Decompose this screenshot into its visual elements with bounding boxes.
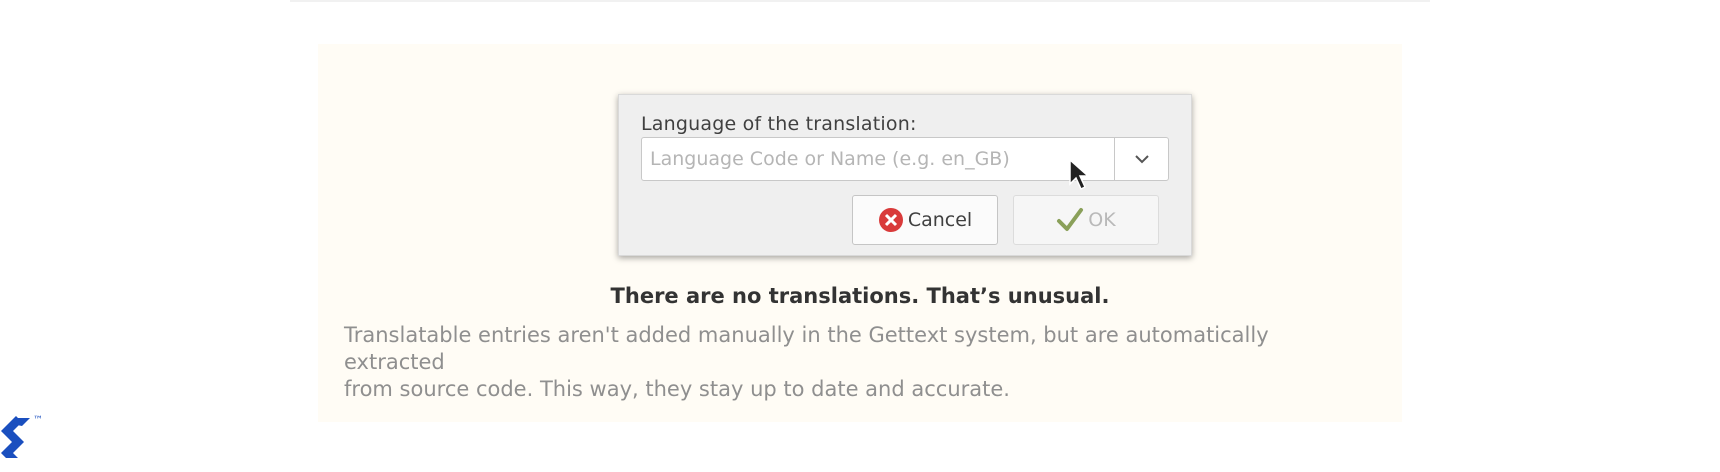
empty-state-title: There are no translations. That’s unusua… [610, 284, 1110, 308]
chevron-down-icon [1134, 155, 1149, 164]
cancel-button[interactable]: Cancel [852, 195, 998, 245]
top-divider [290, 0, 1430, 2]
cancel-icon [878, 207, 904, 233]
ok-label: OK [1088, 209, 1116, 231]
toptal-logo-icon [0, 414, 34, 464]
checkmark-icon [1056, 207, 1084, 233]
description-line: extracted [344, 350, 445, 374]
trademark-symbol: ™ [33, 415, 43, 426]
language-input[interactable] [642, 138, 1112, 180]
language-dialog: Language of the translation: Cancel [618, 94, 1192, 256]
cancel-label: Cancel [907, 209, 973, 231]
description-line: from source code. This way, they stay up… [344, 377, 1010, 401]
ok-button[interactable]: OK [1013, 195, 1159, 245]
language-label: Language of the translation: [641, 113, 917, 135]
description-line: Translatable entries aren't added manual… [344, 323, 1269, 347]
dropdown-toggle-button[interactable] [1114, 138, 1168, 180]
empty-state-description: Translatable entries aren't added manual… [344, 322, 1384, 403]
mouse-pointer-icon [1068, 158, 1090, 196]
